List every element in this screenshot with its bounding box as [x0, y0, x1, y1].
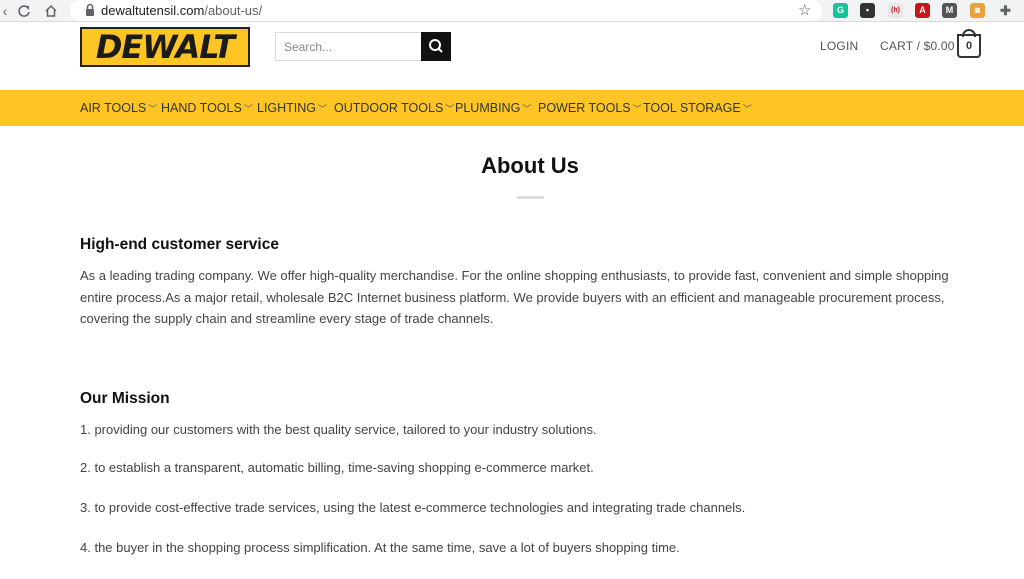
nav-label: OUTDOOR TOOLS — [334, 101, 444, 115]
nav-outdoor-tools[interactable]: OUTDOOR TOOLS ﹀ — [334, 101, 454, 115]
pdf-icon[interactable]: A — [915, 3, 930, 18]
section-paragraph: As a leading trading company. We offer h… — [80, 268, 949, 327]
lock-icon — [84, 3, 96, 17]
bookmark-star-icon[interactable]: ☆ — [798, 1, 811, 19]
mission-item: 3. to provide cost-effective trade servi… — [80, 500, 746, 515]
nav-label: HAND TOOLS — [161, 101, 242, 115]
section-heading-customer-service: High-end customer service — [80, 236, 279, 253]
dewalt-logo[interactable]: DEWALT — [80, 27, 250, 67]
trello-icon[interactable]: ▪ — [860, 3, 875, 18]
gmail-icon[interactable]: M — [942, 3, 957, 18]
photo-icon[interactable]: ◙ — [970, 3, 985, 18]
nav-tool-storage[interactable]: TOOL STORAGE ﹀ — [643, 101, 752, 115]
url-domain: dewaltutensil.com — [101, 3, 205, 18]
login-link[interactable]: LOGIN — [820, 39, 858, 53]
cart-count-badge[interactable]: 0 — [957, 34, 981, 58]
nav-label: LIGHTING — [257, 101, 317, 115]
nav-label: PLUMBING — [455, 101, 521, 115]
chevron-down-icon: ﹀ — [522, 104, 532, 114]
title-divider — [517, 196, 544, 199]
search-input[interactable] — [275, 32, 422, 61]
chevron-down-icon: ﹀ — [742, 104, 752, 114]
mission-item: 2. to establish a transparent, automatic… — [80, 460, 594, 475]
back-icon[interactable]: ‹ — [0, 2, 14, 20]
chevron-down-icon: ﹀ — [243, 104, 253, 114]
search-button[interactable] — [421, 32, 451, 61]
section-heading-mission: Our Mission — [80, 390, 170, 407]
nav-label: TOOL STORAGE — [643, 101, 741, 115]
nav-label: AIR TOOLS — [80, 101, 147, 115]
nav-hand-tools[interactable]: HAND TOOLS ﹀ — [161, 101, 253, 115]
nav-lighting[interactable]: LIGHTING ﹀ — [257, 101, 327, 115]
nav-label: POWER TOOLS — [538, 101, 631, 115]
cart-link[interactable]: CART / $0.00 — [880, 39, 955, 53]
search-icon — [429, 39, 443, 53]
ext-red-icon[interactable]: (h) — [888, 3, 903, 18]
chevron-down-icon: ﹀ — [632, 104, 642, 114]
nav-plumbing[interactable]: PLUMBING ﹀ — [455, 101, 531, 115]
logo-text: DEWALT — [95, 28, 235, 66]
puzzle-icon[interactable]: ✚ — [998, 3, 1013, 18]
chevron-down-icon: ﹀ — [445, 104, 455, 114]
chevron-down-icon: ﹀ — [148, 104, 158, 114]
nav-air-tools[interactable]: AIR TOOLS ﹀ — [80, 101, 157, 115]
mission-item: 1. providing our customers with the best… — [80, 422, 597, 437]
url-text[interactable]: dewaltutensil.com/about-us/ — [101, 3, 262, 18]
url-path: /about-us/ — [204, 3, 263, 18]
page-title: About Us — [481, 153, 579, 178]
nav-power-tools[interactable]: POWER TOOLS ﹀ — [538, 101, 642, 115]
chevron-down-icon: ﹀ — [318, 104, 328, 114]
grammarly-icon[interactable]: G — [833, 3, 848, 18]
reload-icon[interactable] — [15, 2, 33, 20]
home-icon[interactable] — [42, 2, 60, 20]
mission-item: 4. the buyer in the shopping process sim… — [80, 540, 680, 555]
